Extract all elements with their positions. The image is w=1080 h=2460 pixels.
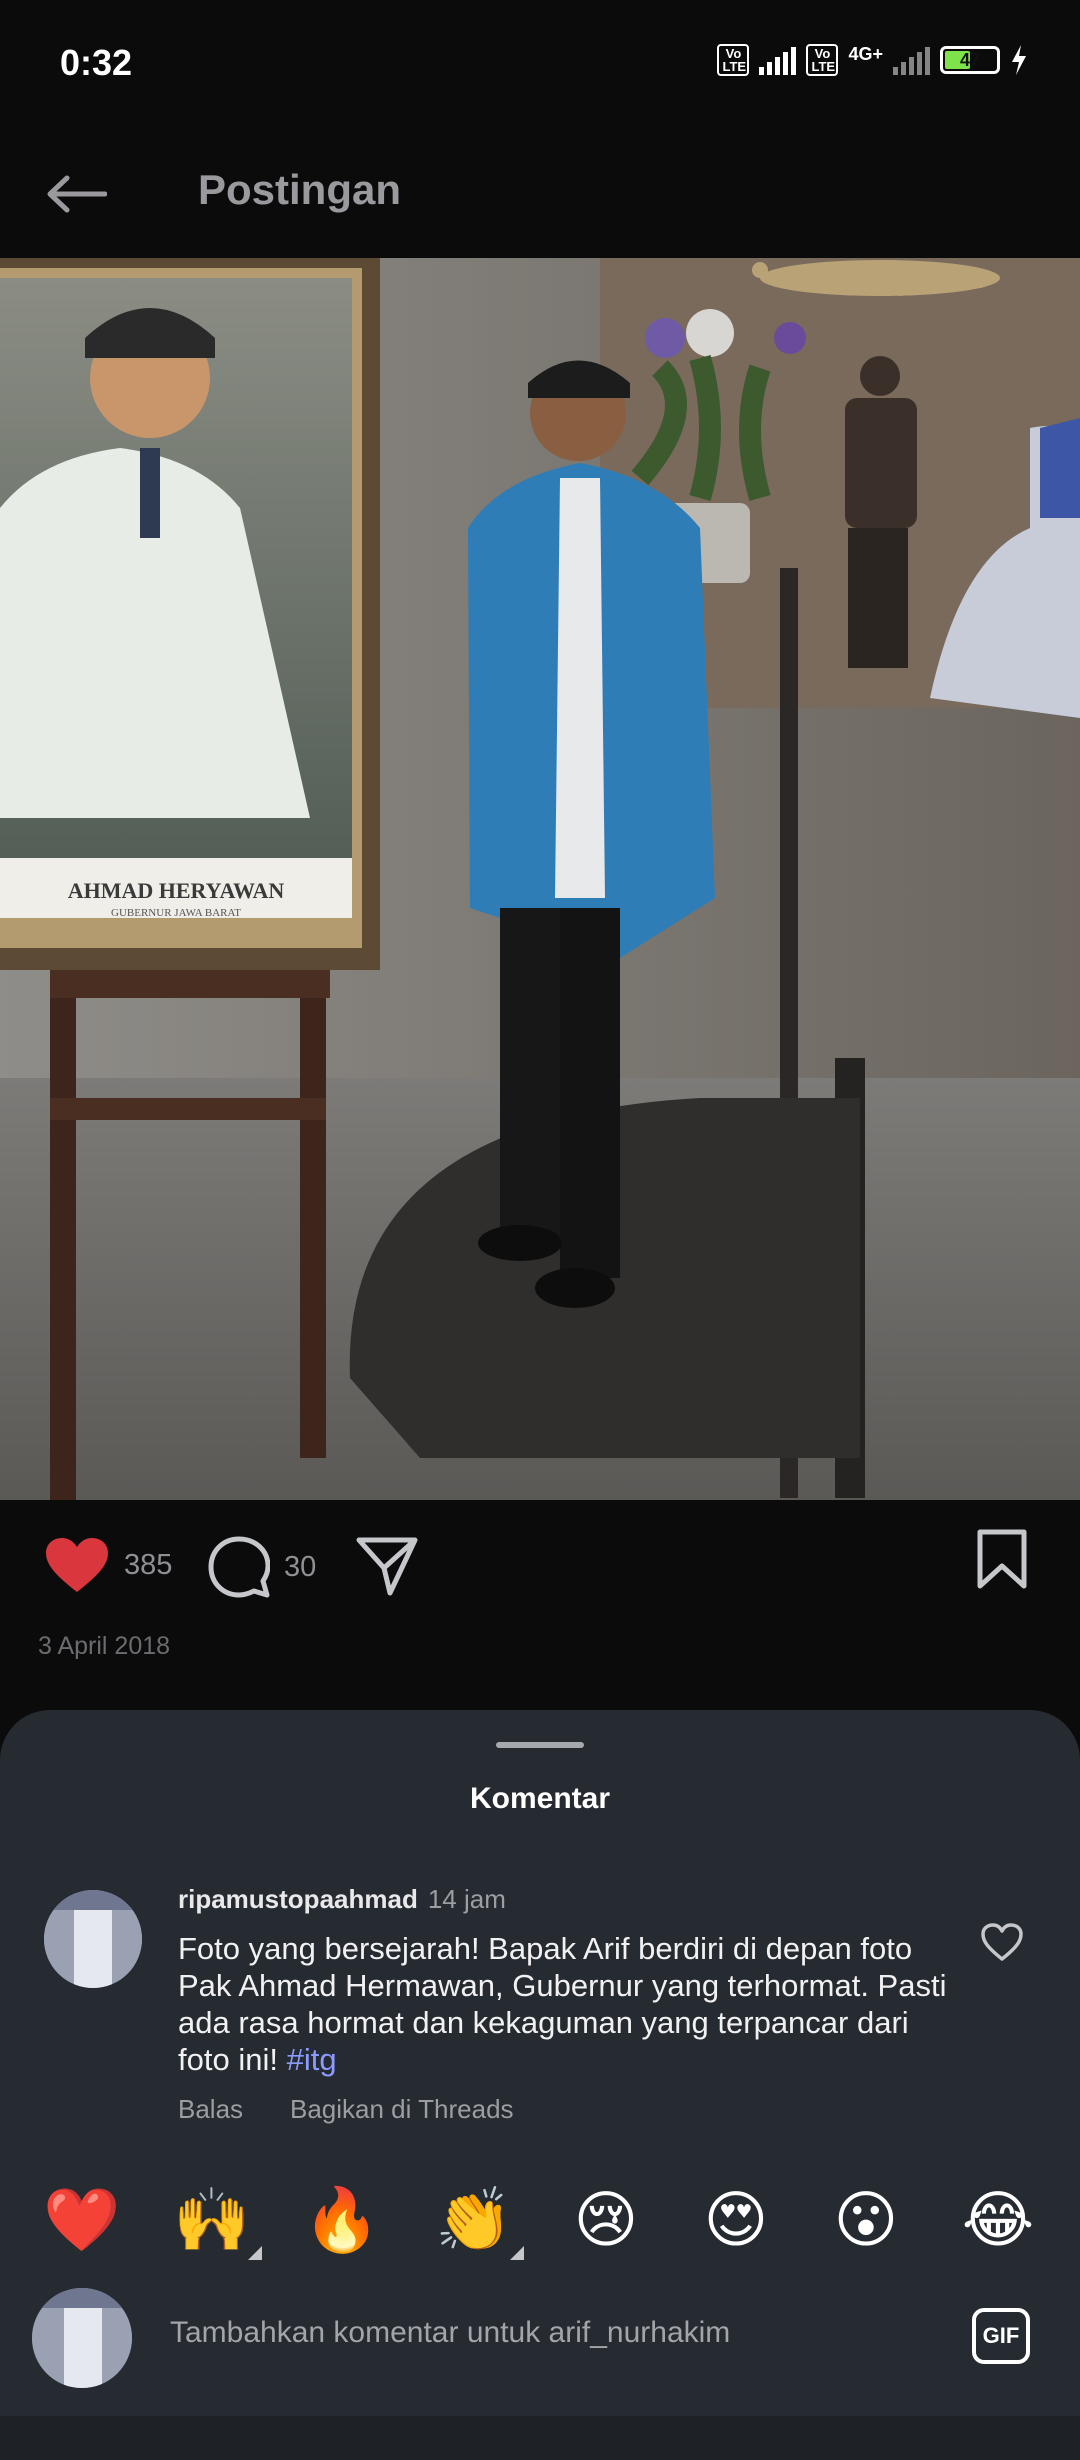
status-icons: Vo LTE Vo LTE 4G+ 47 bbox=[717, 44, 1028, 76]
reaction-heart[interactable]: ❤️ bbox=[42, 2180, 122, 2260]
comment-time: 14 jam bbox=[427, 1884, 506, 1914]
comment-text: Foto yang bersejarah! Bapak Arif berdiri… bbox=[178, 1930, 958, 2078]
signal-icon-2 bbox=[893, 45, 930, 75]
portrait-caption-name: AHMAD HERYAWAN bbox=[68, 878, 285, 903]
share-threads-button[interactable]: Bagikan di Threads bbox=[290, 2094, 514, 2125]
post-date: 3 April 2018 bbox=[38, 1632, 171, 1660]
status-bar: 0:32 Vo LTE Vo LTE 4G+ 47 bbox=[0, 0, 1080, 130]
user-avatar bbox=[32, 2288, 132, 2388]
sheet-title: Komentar bbox=[469, 1782, 611, 1815]
save-button[interactable] bbox=[976, 1528, 1028, 1590]
photo-illustration: AHMAD HERYAWAN GUBERNUR JAWA BARAT bbox=[0, 258, 1080, 1500]
avatar-image bbox=[32, 2288, 132, 2388]
send-icon bbox=[356, 1537, 418, 1596]
page-title: Postingan bbox=[198, 166, 402, 213]
quick-reactions: ❤️ 🙌 🔥 👏 😢 😍 😮 😂 bbox=[0, 2180, 1080, 2270]
drag-handle[interactable] bbox=[496, 1742, 584, 1748]
volte-icon: Vo LTE bbox=[717, 44, 750, 76]
reaction-clap[interactable]: 👏 bbox=[434, 2180, 514, 2260]
comment-bubble-icon bbox=[208, 1536, 270, 1598]
comment-button[interactable]: 30 bbox=[208, 1536, 316, 1598]
battery-icon: 47 bbox=[940, 46, 1000, 74]
system-nav-bar bbox=[0, 2416, 1080, 2460]
back-button[interactable] bbox=[40, 158, 112, 230]
comment-like-button[interactable] bbox=[980, 1922, 1024, 1967]
reaction-surprised[interactable]: 😮 bbox=[826, 2180, 906, 2260]
reaction-fire[interactable]: 🔥 bbox=[302, 2180, 382, 2260]
gif-button[interactable]: GIF bbox=[972, 2308, 1030, 2364]
bookmark-icon bbox=[977, 1529, 1027, 1589]
post-actions: 385 30 bbox=[0, 1500, 1080, 1700]
reaction-crying[interactable]: 😢 bbox=[566, 2180, 646, 2260]
comment-username[interactable]: ripamustopaahmad 14 jam bbox=[178, 1884, 506, 1915]
reply-button[interactable]: Balas bbox=[178, 2094, 243, 2125]
post-photo[interactable]: AHMAD HERYAWAN GUBERNUR JAWA BARAT bbox=[0, 258, 1080, 1500]
commenter-avatar[interactable] bbox=[44, 1890, 142, 1988]
like-button[interactable]: 385 bbox=[44, 1536, 172, 1594]
comment-hashtag[interactable]: #itg bbox=[287, 2042, 337, 2077]
portrait-caption-title: GUBERNUR JAWA BARAT bbox=[111, 907, 241, 919]
comment-composer: Tambahkan komentar untuk arif_nurhakim G… bbox=[0, 2280, 1080, 2400]
comments-sheet: Komentar ripamustopaahmad 14 jam Foto yan… bbox=[0, 1710, 1080, 2460]
heart-filled-icon bbox=[46, 1538, 108, 1592]
skin-tone-indicator-icon bbox=[510, 2246, 524, 2260]
clock: 0:32 bbox=[60, 42, 133, 83]
reaction-raised-hands[interactable]: 🙌 bbox=[172, 2180, 252, 2260]
reaction-laughing[interactable]: 😂 bbox=[958, 2180, 1038, 2260]
comment-count: 30 bbox=[284, 1550, 317, 1583]
arrow-left-icon bbox=[47, 175, 107, 213]
comment-input[interactable]: Tambahkan komentar untuk arif_nurhakim bbox=[170, 2316, 730, 2350]
share-button[interactable] bbox=[356, 1536, 418, 1596]
heart-outline-icon bbox=[981, 1923, 1023, 1961]
charging-icon bbox=[1012, 45, 1026, 75]
like-count: 385 bbox=[124, 1548, 173, 1581]
avatar-image bbox=[44, 1890, 142, 1988]
reaction-heart-eyes[interactable]: 😍 bbox=[696, 2180, 776, 2260]
app-header: Postingan bbox=[0, 130, 1080, 258]
skin-tone-indicator-icon bbox=[248, 2246, 262, 2260]
network-type: 4G+ bbox=[848, 44, 883, 64]
comment-username-text: ripamustopaahmad bbox=[178, 1884, 418, 1914]
volte-icon-2: Vo LTE bbox=[806, 44, 839, 76]
signal-icon bbox=[759, 45, 797, 75]
battery-level: 47 bbox=[959, 50, 981, 70]
